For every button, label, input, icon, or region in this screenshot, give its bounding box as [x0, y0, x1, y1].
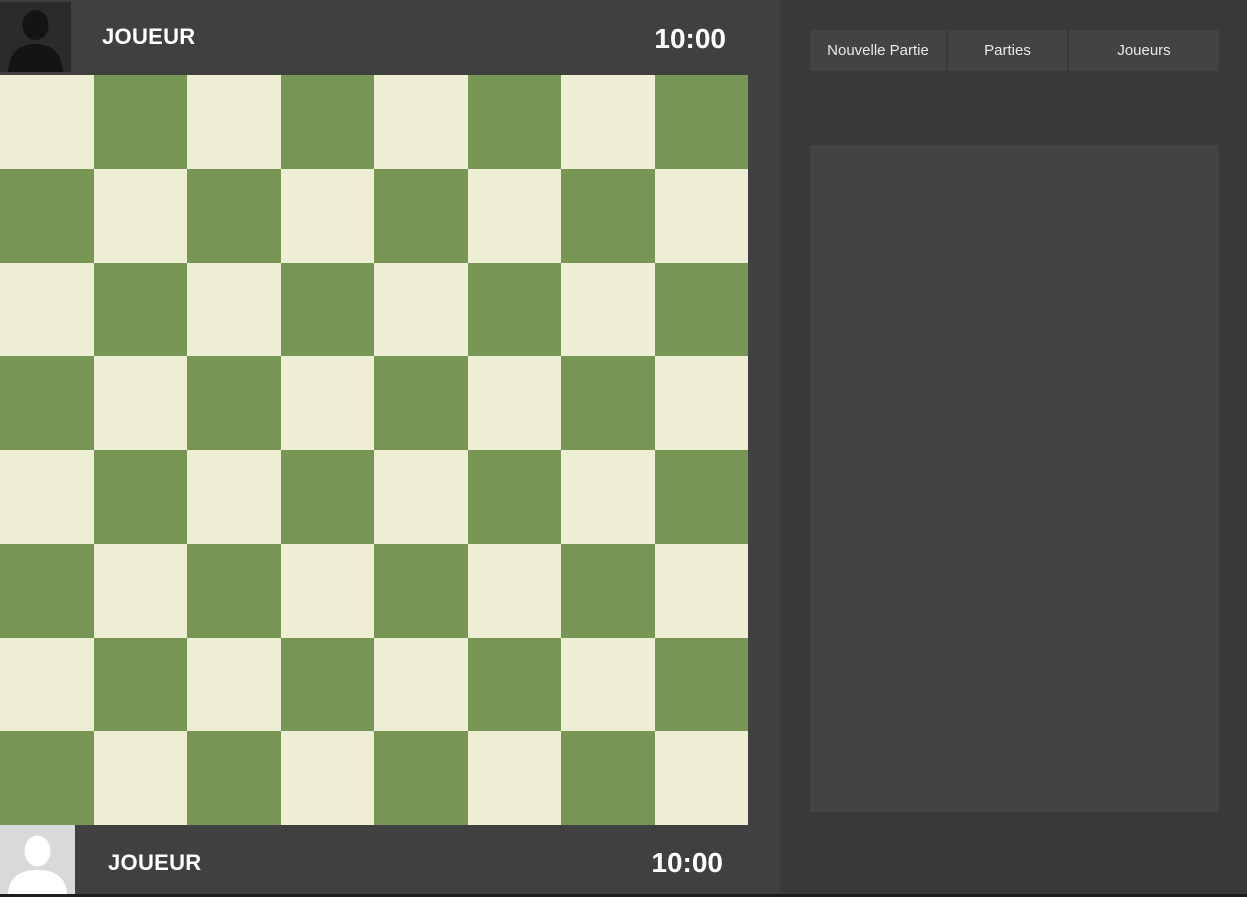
player-bar: JOUEUR 10:00 — [0, 825, 780, 894]
board-square[interactable] — [187, 75, 281, 169]
board-square[interactable] — [280, 543, 374, 638]
opponent-avatar — [0, 2, 71, 72]
board-square[interactable] — [93, 731, 187, 825]
board-square[interactable] — [654, 543, 748, 638]
board-square[interactable] — [374, 450, 468, 544]
board-square[interactable] — [654, 75, 748, 169]
board-square[interactable] — [561, 356, 655, 450]
board-square[interactable] — [187, 637, 281, 732]
board-square[interactable] — [0, 168, 94, 263]
board-square[interactable] — [561, 543, 655, 638]
board-square[interactable] — [0, 731, 94, 825]
board-square[interactable] — [654, 450, 748, 544]
board-square[interactable] — [93, 543, 187, 638]
chess-app: JOUEUR 10:00 JOUEUR 10:00 Nouvelle Parti… — [0, 0, 1247, 897]
board-square[interactable] — [0, 262, 94, 357]
board-square[interactable] — [561, 168, 655, 263]
board-square[interactable] — [467, 543, 561, 638]
board-square[interactable] — [561, 75, 655, 169]
opponent-bar: JOUEUR 10:00 — [0, 2, 780, 74]
board-square[interactable] — [374, 168, 468, 263]
tab-players[interactable]: Joueurs — [1069, 30, 1219, 71]
board-square[interactable] — [93, 262, 187, 357]
board-square[interactable] — [187, 356, 281, 450]
board-square[interactable] — [0, 543, 94, 638]
board-square[interactable] — [280, 450, 374, 544]
board-square[interactable] — [93, 168, 187, 263]
board-square[interactable] — [374, 543, 468, 638]
board-square[interactable] — [374, 75, 468, 169]
board-square[interactable] — [0, 637, 94, 732]
menu-tabs: Nouvelle Partie Parties Joueurs — [810, 30, 1219, 71]
board-square[interactable] — [93, 75, 187, 169]
board-square[interactable] — [561, 262, 655, 357]
board-square[interactable] — [654, 637, 748, 732]
board-square[interactable] — [93, 356, 187, 450]
content-panel — [810, 145, 1219, 812]
board-square[interactable] — [467, 731, 561, 825]
board-square[interactable] — [280, 637, 374, 732]
board-square[interactable] — [654, 262, 748, 357]
board-square[interactable] — [280, 75, 374, 169]
board-square[interactable] — [187, 450, 281, 544]
side-panel: Nouvelle Partie Parties Joueurs — [780, 0, 1247, 894]
board-square[interactable] — [187, 543, 281, 638]
light-user-silhouette-icon — [0, 825, 75, 894]
board-square[interactable] — [280, 731, 374, 825]
dark-user-silhouette-icon — [0, 2, 71, 72]
tab-new-game[interactable]: Nouvelle Partie — [810, 30, 946, 71]
board-square[interactable] — [467, 75, 561, 169]
board-square[interactable] — [467, 262, 561, 357]
board-square[interactable] — [654, 731, 748, 825]
chess-board[interactable] — [0, 75, 748, 825]
opponent-name: JOUEUR — [102, 24, 196, 49]
board-square[interactable] — [467, 637, 561, 732]
board-square[interactable] — [93, 637, 187, 732]
board-square[interactable] — [654, 356, 748, 450]
player-name: JOUEUR — [108, 850, 202, 875]
board-square[interactable] — [0, 75, 94, 169]
board-square[interactable] — [374, 356, 468, 450]
board-square[interactable] — [467, 168, 561, 263]
board-square[interactable] — [280, 262, 374, 357]
board-square[interactable] — [561, 637, 655, 732]
board-square[interactable] — [280, 168, 374, 263]
board-square[interactable] — [374, 262, 468, 357]
board-square[interactable] — [561, 450, 655, 544]
board-square[interactable] — [0, 450, 94, 544]
game-area: JOUEUR 10:00 JOUEUR 10:00 — [0, 0, 780, 894]
board-square[interactable] — [467, 356, 561, 450]
board-square[interactable] — [0, 356, 94, 450]
tab-games[interactable]: Parties — [948, 30, 1067, 71]
board-square[interactable] — [187, 168, 281, 263]
player-avatar — [0, 825, 75, 894]
board-square[interactable] — [187, 731, 281, 825]
player-clock: 10:00 — [651, 847, 723, 878]
board-square[interactable] — [374, 637, 468, 732]
board-square[interactable] — [374, 731, 468, 825]
opponent-clock: 10:00 — [654, 23, 726, 54]
board-square[interactable] — [467, 450, 561, 544]
board-square[interactable] — [654, 168, 748, 263]
board-square[interactable] — [561, 731, 655, 825]
board-square[interactable] — [93, 450, 187, 544]
board-square[interactable] — [187, 262, 281, 357]
board-square[interactable] — [280, 356, 374, 450]
